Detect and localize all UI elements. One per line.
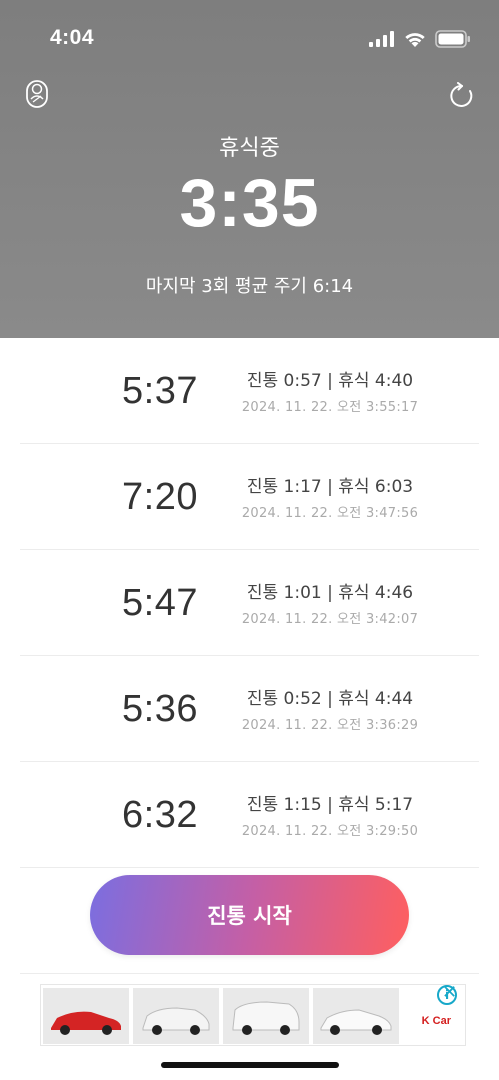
list-item[interactable]: 5:37 진통 0:57 | 휴식 4:40 2024. 11. 22. 오전 … (20, 338, 479, 444)
contraction-rest-detail: 진통 1:01 | 휴식 4:46 (246, 583, 414, 603)
average-summary: 마지막 3회 평균 주기 6:14 (145, 276, 354, 297)
record-timestamp: 2024. 11. 22. 오전 3:47:56 (241, 506, 419, 521)
interval-value: 5:36 (122, 687, 198, 730)
current-timer: 3:35 (179, 165, 320, 241)
wifi-icon (403, 30, 427, 52)
refresh-icon (448, 82, 476, 114)
contraction-rest-detail: 진통 0:57 | 휴식 4:40 (246, 371, 414, 391)
status-bar: 4:04 (0, 0, 499, 80)
baby-button[interactable] (22, 80, 52, 112)
app-screen: 4:04 휴식중 3:35 마지막 3회 평균 주기 6:14 5:37 진통 … (0, 0, 499, 1080)
ad-car-image[interactable] (313, 988, 399, 1044)
interval-value: 5:47 (122, 581, 198, 624)
interval-value: 7:20 (122, 475, 198, 518)
start-contraction-button[interactable]: 진통 시작 (90, 875, 409, 955)
reset-button[interactable] (447, 82, 477, 114)
record-timestamp: 2024. 11. 22. 오전 3:36:29 (241, 718, 419, 733)
interval-value: 5:37 (122, 369, 198, 412)
ad-car-image[interactable] (223, 988, 309, 1044)
ad-brand-logo: K Car (421, 1015, 451, 1027)
contraction-rest-detail: 진통 1:17 | 휴식 6:03 (246, 477, 414, 497)
status-icons (369, 30, 471, 52)
battery-icon (435, 30, 471, 52)
record-timestamp: 2024. 11. 22. 오전 3:29:50 (241, 824, 419, 839)
list-item[interactable]: 5:36 진통 0:52 | 휴식 4:44 2024. 11. 22. 오전 … (20, 656, 479, 762)
contraction-rest-detail: 진통 1:15 | 휴식 5:17 (246, 795, 414, 815)
contraction-list[interactable]: 5:37 진통 0:57 | 휴식 4:40 2024. 11. 22. 오전 … (0, 338, 499, 868)
list-item[interactable]: 5:47 진통 1:01 | 휴식 4:46 2024. 11. 22. 오전 … (20, 550, 479, 656)
contraction-rest-detail: 진통 0:52 | 휴식 4:44 (246, 689, 414, 709)
status-time: 4:04 (50, 26, 95, 49)
baby-icon (24, 79, 50, 113)
interval-value: 6:32 (122, 793, 198, 836)
list-item[interactable]: 6:32 진통 1:15 | 휴식 5:17 2024. 11. 22. 오전 … (20, 762, 479, 868)
ad-car-image[interactable] (43, 988, 129, 1044)
ad-car-image[interactable] (133, 988, 219, 1044)
state-label: 휴식중 (219, 136, 280, 161)
home-indicator (161, 1062, 339, 1068)
ad-close-icon[interactable]: ✕ (442, 982, 457, 1003)
list-item[interactable]: 7:20 진통 1:17 | 휴식 6:03 2024. 11. 22. 오전 … (20, 444, 479, 550)
ad-banner[interactable]: i K Car (40, 984, 466, 1046)
record-timestamp: 2024. 11. 22. 오전 3:42:07 (241, 612, 419, 627)
signal-icon (369, 31, 395, 51)
divider (20, 973, 479, 974)
header: 4:04 휴식중 3:35 마지막 3회 평균 주기 6:14 (0, 0, 499, 338)
record-timestamp: 2024. 11. 22. 오전 3:55:17 (241, 400, 419, 415)
